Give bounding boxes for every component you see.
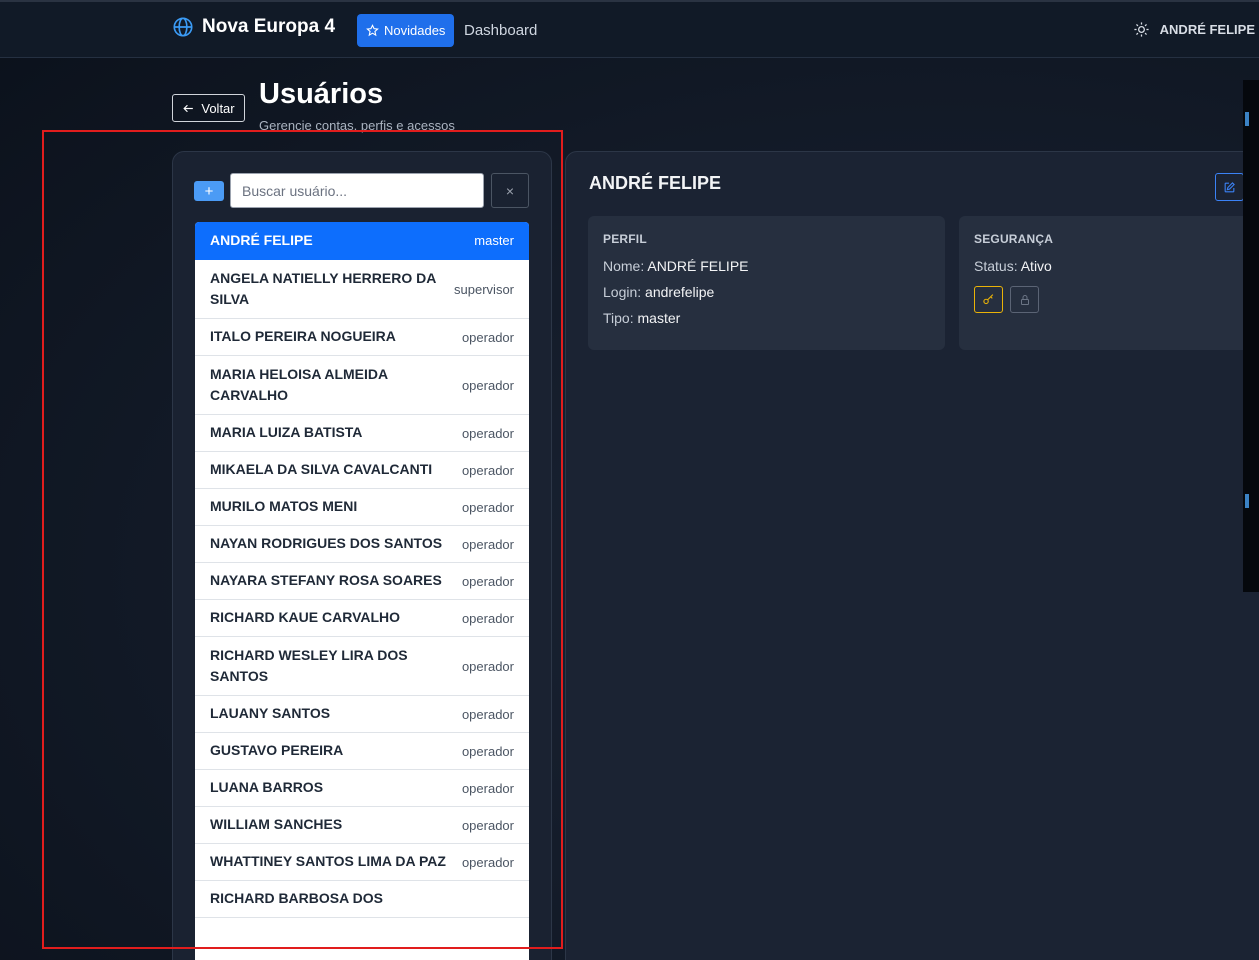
user-name: MARIA LUIZA BATISTA — [210, 424, 363, 441]
back-button[interactable]: Voltar — [172, 94, 245, 122]
edit-user-button[interactable] — [1215, 173, 1244, 201]
add-user-button[interactable]: + — [194, 181, 224, 201]
profile-heading: PERFIL — [603, 232, 647, 246]
user-name: NAYARA STEFANY ROSA SOARES — [210, 572, 442, 589]
current-user-name: ANDRÉ FELIPE — [1159, 22, 1255, 37]
user-list-item[interactable]: GUSTAVO PEREIRA operador — [195, 733, 529, 770]
user-name: LAUANY SANTOS — [210, 705, 331, 722]
novidades-label: Novidades — [384, 23, 446, 38]
top-navbar: Nova Europa 4 Novidades Dashboard ANDRÉ … — [0, 0, 1259, 58]
user-list-item[interactable]: WHATTINEY SANTOS LIMA DA PAZ operador — [195, 844, 529, 881]
user-list-item[interactable]: MIKAELA DA SILVA CAVALCANTI operador — [195, 452, 529, 489]
profile-card: PERFIL Nome: ANDRÉ FELIPE Login: andrefe… — [588, 216, 945, 350]
user-name: MURILO MATOS MENI — [210, 498, 358, 515]
profile-type-value: master — [637, 310, 681, 326]
profile-login-value: andrefelipe — [645, 284, 715, 300]
clear-search-button[interactable]: × — [491, 173, 529, 208]
star-icon — [366, 24, 379, 37]
user-role: supervisor — [454, 281, 514, 297]
user-name: ANGELA NATIELLY HERRERO DA SILVA — [210, 269, 436, 308]
user-role: operador — [461, 425, 514, 441]
detail-title: ANDRÉ FELIPE — [589, 173, 722, 193]
user-name: NAYAN RODRIGUES DOS SANTOS — [210, 535, 443, 552]
search-input[interactable] — [230, 173, 484, 208]
security-status-value: Ativo — [1020, 258, 1052, 274]
user-menu[interactable]: ANDRÉ FELIPE — [1133, 21, 1255, 38]
lock-icon — [1020, 294, 1029, 305]
security-status-label: Status: — [974, 258, 1018, 274]
profile-login-line: Login: andrefelipe — [603, 284, 714, 300]
edit-icon — [1224, 181, 1235, 192]
side-overlay-strip — [1243, 80, 1259, 592]
user-role: operador — [461, 780, 514, 796]
user-list-item[interactable]: LUANA BARROS operador — [195, 770, 529, 807]
user-name: WHATTINEY SANTOS LIMA DA PAZ — [210, 853, 446, 870]
user-list-item[interactable]: RICHARD BARBOSA DOS — [195, 881, 529, 918]
profile-login-label: Login: — [603, 284, 642, 300]
user-role: operador — [461, 462, 514, 478]
user-role: operador — [461, 658, 514, 674]
key-icon — [983, 294, 994, 305]
user-name: RICHARD BARBOSA DOS — [210, 890, 383, 907]
user-name: WILLIAM SANCHES — [210, 816, 343, 833]
brand[interactable]: Nova Europa 4 — [172, 16, 335, 38]
user-name: MIKAELA DA SILVA CAVALCANTI — [210, 461, 433, 478]
user-name: GUSTAVO PEREIRA — [210, 742, 344, 759]
novidades-button[interactable]: Novidades — [357, 14, 455, 47]
overlay-marker — [1245, 112, 1249, 126]
profile-type-line: Tipo: master — [603, 310, 680, 326]
sun-icon[interactable] — [1133, 21, 1150, 38]
user-role: master — [474, 233, 514, 248]
user-list-item[interactable]: MURILO MATOS MENI operador — [195, 489, 529, 526]
user-list-item[interactable]: LAUANY SANTOS operador — [195, 696, 529, 733]
profile-name-line: Nome: ANDRÉ FELIPE — [603, 258, 749, 274]
user-role: operador — [461, 499, 514, 515]
user-list: ANDRÉ FELIPE master ANGELA NATIELLY HERRER… — [195, 222, 529, 960]
user-list-item[interactable]: MARIA HELOISA ALMEIDA CARVALHO operador — [195, 356, 529, 415]
user-role: operador — [461, 854, 514, 870]
arrow-left-icon — [183, 104, 194, 112]
user-role: operador — [461, 536, 514, 552]
user-role: operador — [461, 743, 514, 759]
brand-title: Nova Europa 4 — [202, 16, 336, 37]
back-label: Voltar — [201, 100, 235, 116]
user-role: operador — [461, 610, 514, 626]
user-list-item[interactable]: ANGELA NATIELLY HERRERO DA SILVA supervis… — [195, 260, 529, 319]
user-name: RICHARD KAUE CARVALHO — [210, 609, 401, 626]
user-role: operador — [461, 573, 514, 589]
user-name: LUANA BARROS — [210, 779, 324, 796]
user-role: operador — [461, 377, 514, 393]
security-card: SEGURANÇA Status: Ativo — [959, 216, 1259, 350]
reset-password-button[interactable] — [974, 286, 1003, 313]
user-name: RICHARD WESLEY LIRA DOS SANTOS — [210, 646, 408, 685]
user-role: operador — [461, 817, 514, 833]
globe-icon — [173, 17, 193, 37]
user-name: ANDRÉ FELIPE — [210, 231, 313, 248]
security-heading: SEGURANÇA — [974, 232, 1054, 246]
profile-type-label: Tipo: — [603, 310, 634, 326]
lock-user-button[interactable] — [1010, 286, 1039, 313]
user-list-item[interactable]: MARIA LUIZA BATISTA operador — [195, 415, 529, 452]
page-title: Usuários — [259, 78, 384, 110]
page-subtitle: Gerencie contas, perfis e acessos — [259, 118, 455, 133]
user-name: MARIA HELOISA ALMEIDA CARVALHO — [210, 365, 388, 404]
user-list-item[interactable]: ANDRÉ FELIPE master — [195, 222, 529, 260]
user-list-item[interactable]: NAYARA STEFANY ROSA SOARES operador — [195, 563, 529, 600]
user-list-item[interactable]: WILLIAM SANCHES operador — [195, 807, 529, 844]
user-list-item[interactable]: RICHARD KAUE CARVALHO operador — [195, 600, 529, 637]
profile-name-label: Nome: — [603, 258, 645, 274]
user-role: operador — [461, 329, 514, 345]
dashboard-link[interactable]: Dashboard — [464, 22, 537, 39]
overlay-marker — [1245, 494, 1249, 508]
user-name: ITALO PEREIRA NOGUEIRA — [210, 328, 396, 345]
close-icon: × — [505, 182, 515, 199]
user-list-item[interactable]: ITALO PEREIRA NOGUEIRA operador — [195, 319, 529, 356]
user-list-item[interactable]: RICHARD WESLEY LIRA DOS SANTOS operador — [195, 637, 529, 696]
security-status-line: Status: Ativo — [974, 258, 1052, 274]
profile-name-value: ANDRÉ FELIPE — [647, 258, 749, 274]
user-list-item[interactable]: NAYAN RODRIGUES DOS SANTOS operador — [195, 526, 529, 563]
user-role: operador — [461, 706, 514, 722]
